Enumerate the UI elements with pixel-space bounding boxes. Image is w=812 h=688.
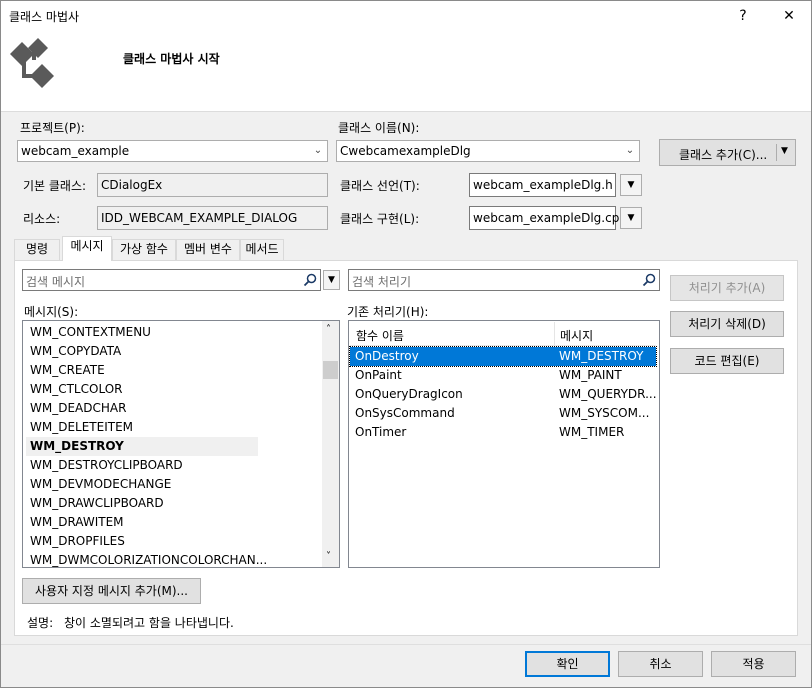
- class-name-combo[interactable]: CwebcamexampleDlg ⌄: [336, 140, 640, 162]
- handler-message: WM_DESTROY: [559, 349, 644, 363]
- class-wizard-logo-icon: [10, 38, 54, 88]
- handler-row[interactable]: OnTimer WM_TIMER: [350, 423, 656, 442]
- dropdown-arrow-icon[interactable]: ▼: [781, 146, 788, 156]
- scroll-down-icon[interactable]: ˅: [326, 551, 331, 562]
- handler-message: WM_SYSCOM...: [559, 406, 650, 420]
- messages-listbox[interactable]: WM_CONTEXTMENU WM_COPYDATA WM_CREATE WM_…: [22, 320, 340, 568]
- message-search-dropdown[interactable]: ▼: [323, 270, 340, 290]
- resource-label: 리소스:: [23, 212, 61, 226]
- cancel-button[interactable]: 취소: [618, 651, 703, 677]
- description-label: 설명:: [27, 616, 54, 630]
- handler-function: OnQueryDragIcon: [355, 387, 463, 401]
- chevron-down-icon: ⌄: [313, 145, 323, 156]
- handlers-listview[interactable]: 함수 이름 메시지 OnDestroy WM_DESTROY OnPaint W…: [348, 320, 660, 568]
- handler-function: OnDestroy: [355, 349, 419, 363]
- list-item[interactable]: WM_DROPFILES: [30, 532, 125, 551]
- close-button[interactable]: ✕: [766, 0, 812, 32]
- handler-function: OnPaint: [355, 368, 402, 382]
- tab-member-variables[interactable]: 멤버 변수: [176, 239, 240, 260]
- wizard-header: 클래스 마법사 시작: [0, 32, 812, 112]
- add-handler-button[interactable]: 처리기 추가(A): [670, 275, 784, 301]
- search-icon[interactable]: [642, 273, 656, 287]
- class-impl-label: 클래스 구현(L):: [340, 212, 420, 226]
- search-icon[interactable]: [303, 273, 317, 287]
- list-item[interactable]: WM_DEVMODECHANGE: [30, 475, 171, 494]
- scrollbar-thumb[interactable]: [323, 361, 338, 379]
- tab-methods[interactable]: 메서드: [240, 239, 284, 260]
- column-header-message[interactable]: 메시지: [560, 327, 593, 344]
- class-name-value: CwebcamexampleDlg: [340, 144, 471, 158]
- class-decl-value: webcam_exampleDlg.h: [473, 178, 613, 192]
- class-decl-label: 클래스 선언(T):: [340, 179, 420, 193]
- wizard-header-title: 클래스 마법사 시작: [123, 52, 220, 66]
- project-combo[interactable]: webcam_example ⌄: [17, 140, 328, 162]
- list-item[interactable]: WM_DRAWCLIPBOARD: [30, 494, 164, 513]
- messages-list-label: 메시지(S):: [24, 305, 79, 319]
- class-impl-field[interactable]: webcam_exampleDlg.cpp: [469, 206, 627, 230]
- handler-message: WM_PAINT: [559, 368, 622, 382]
- project-value: webcam_example: [21, 144, 130, 158]
- delete-handler-button[interactable]: 처리기 삭제(D): [670, 311, 784, 337]
- resource-field: IDD_WEBCAM_EXAMPLE_DIALOG: [97, 206, 328, 230]
- handlers-header: 함수 이름 메시지: [350, 322, 656, 346]
- resource-value: IDD_WEBCAM_EXAMPLE_DIALOG: [101, 211, 298, 225]
- handler-function: OnSysCommand: [355, 406, 455, 420]
- tab-virtual-functions[interactable]: 가상 함수: [112, 239, 176, 260]
- list-item[interactable]: WM_DEADCHAR: [30, 399, 126, 418]
- message-search-input[interactable]: 검색 메시지: [22, 269, 321, 291]
- list-item[interactable]: WM_COPYDATA: [30, 342, 121, 361]
- add-class-button[interactable]: 클래스 추가(C)... ▼: [659, 139, 796, 166]
- list-item[interactable]: WM_DRAWITEM: [30, 513, 124, 532]
- class-impl-dropdown-button[interactable]: ▼: [620, 207, 642, 229]
- messages-scrollbar[interactable]: ˄ ˅: [322, 321, 339, 567]
- class-decl-dropdown-button[interactable]: ▼: [620, 174, 642, 196]
- list-item[interactable]: WM_CTLCOLOR: [30, 380, 122, 399]
- message-search-placeholder: 검색 메시지: [26, 275, 86, 289]
- add-class-label: 클래스 추가(C)...: [679, 148, 768, 162]
- class-name-label: 클래스 이름(N):: [338, 121, 420, 135]
- list-item[interactable]: WM_CREATE: [30, 361, 105, 380]
- ok-button[interactable]: 확인: [525, 651, 610, 677]
- list-item[interactable]: WM_DWMCOLORIZATIONCOLORCHAN...: [30, 551, 267, 567]
- apply-button[interactable]: 적용: [711, 651, 796, 677]
- column-header-function[interactable]: 함수 이름: [356, 327, 404, 344]
- add-custom-message-button[interactable]: 사용자 지정 메시지 추가(M)...: [22, 578, 201, 604]
- class-impl-value: webcam_exampleDlg.cpp: [473, 211, 627, 225]
- list-item[interactable]: WM_DESTROYCLIPBOARD: [30, 456, 183, 475]
- base-class-label: 기본 클래스:: [23, 179, 87, 193]
- handler-row-selected[interactable]: OnDestroy WM_DESTROY: [349, 346, 657, 367]
- base-class-value: CDialogEx: [101, 178, 163, 192]
- handler-search-placeholder: 검색 처리기: [352, 275, 412, 289]
- help-button[interactable]: ?: [720, 0, 766, 32]
- handlers-list-label: 기존 처리기(H):: [347, 305, 429, 319]
- list-item[interactable]: WM_DELETEITEM: [30, 418, 133, 437]
- tab-commands[interactable]: 명령: [14, 239, 60, 260]
- handler-search-input[interactable]: 검색 처리기: [348, 269, 660, 291]
- scroll-up-icon[interactable]: ˄: [326, 324, 331, 335]
- handler-function: OnTimer: [355, 425, 407, 439]
- handler-message: WM_TIMER: [559, 425, 625, 439]
- tab-messages[interactable]: 메시지: [62, 236, 112, 261]
- class-decl-field[interactable]: webcam_exampleDlg.h: [469, 173, 616, 197]
- handler-message: WM_QUERYDR...: [559, 387, 657, 401]
- edit-code-button[interactable]: 코드 편집(E): [670, 348, 784, 374]
- window-title: 클래스 마법사: [9, 10, 80, 24]
- handler-row[interactable]: OnQueryDragIcon WM_QUERYDR...: [350, 385, 657, 404]
- chevron-down-icon: ⌄: [625, 145, 635, 156]
- split-divider: [776, 144, 777, 161]
- handler-row[interactable]: OnPaint WM_PAINT: [350, 366, 656, 385]
- title-bar: 클래스 마법사 ? ✕: [0, 0, 812, 32]
- column-divider: [554, 322, 555, 346]
- list-item[interactable]: WM_CONTEXTMENU: [30, 323, 151, 342]
- base-class-field: CDialogEx: [97, 173, 328, 197]
- project-label: 프로젝트(P):: [20, 121, 85, 135]
- list-item-selected[interactable]: WM_DESTROY: [26, 437, 258, 456]
- handler-row[interactable]: OnSysCommand WM_SYSCOM...: [350, 404, 656, 423]
- description-text: 창이 소멸되려고 함을 나타냅니다.: [64, 616, 234, 630]
